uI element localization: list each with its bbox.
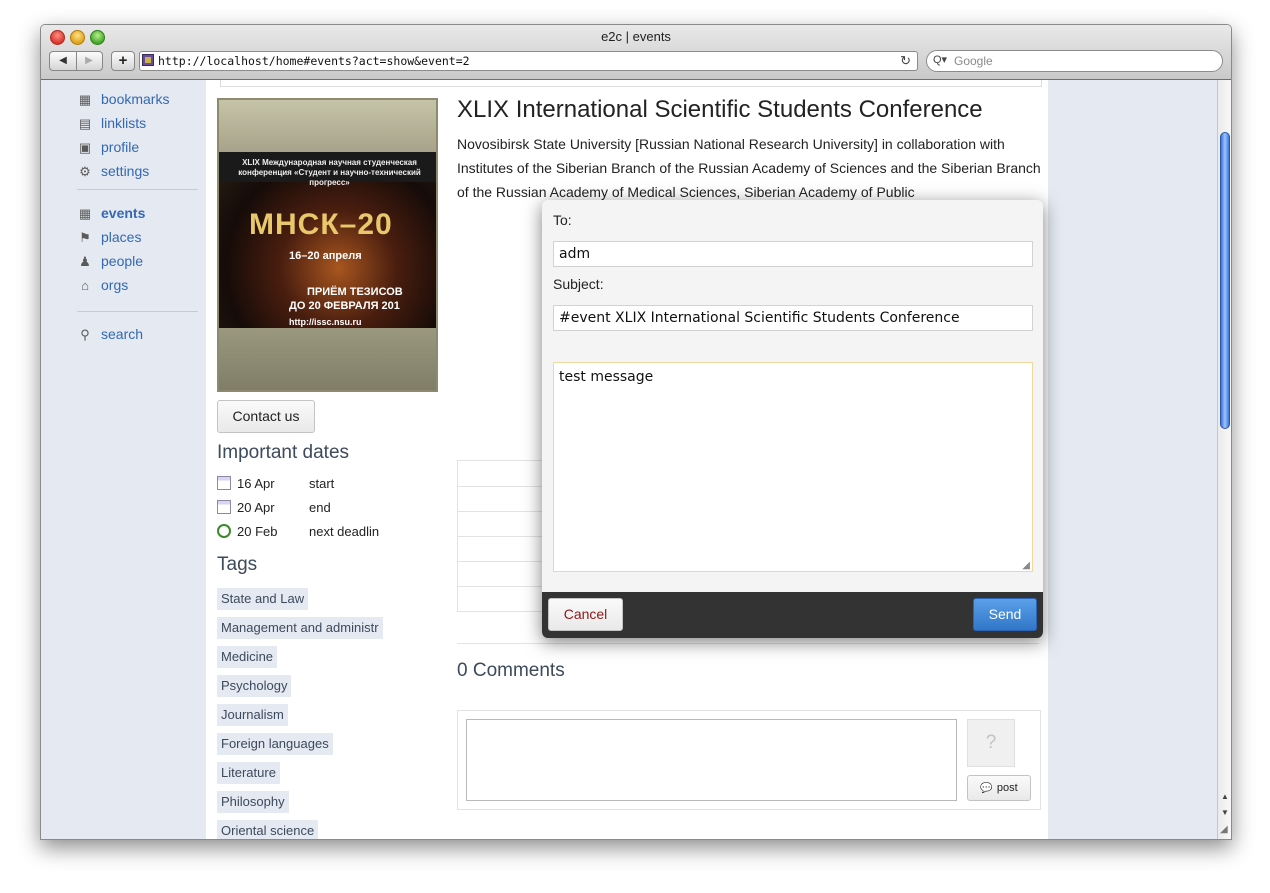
sidebar-item-label: people: [101, 253, 144, 269]
subject-label: Subject:: [553, 276, 604, 292]
reload-icon[interactable]: ↻: [900, 52, 911, 70]
bookmark-icon: ▦: [78, 92, 92, 107]
gear-icon: ⚙: [79, 164, 91, 179]
tag-chip[interactable]: Oriental science: [217, 820, 319, 839]
sidebar-item-label: settings: [101, 163, 150, 179]
date-label: next deadlin: [309, 524, 380, 539]
browser-chrome: e2c | events ◀ ▶ + http://localhost/home…: [41, 25, 1231, 80]
speech-bubble-icon: 💬: [980, 783, 993, 794]
alarm-clock-icon: [217, 524, 231, 538]
sidebar-item-hidden[interactable]: ✉: [77, 80, 101, 86]
id-card-icon: ▣: [78, 140, 92, 155]
sidebar-item-settings[interactable]: ⚙ settings: [77, 163, 149, 183]
top-panel-edge: [220, 80, 1042, 87]
sidebar-item-label: linklists: [101, 115, 147, 131]
url-text[interactable]: http://localhost/home#events?act=show&ev…: [158, 54, 470, 68]
window-resize-icon[interactable]: ◢: [1220, 824, 1228, 835]
sidebar-item-label: events: [101, 205, 146, 221]
message-textarea[interactable]: test message ◢: [553, 362, 1033, 572]
sidebar-item-profile[interactable]: ▣ profile: [77, 139, 139, 159]
date-label: start: [309, 476, 335, 491]
message-text: test message: [559, 369, 654, 385]
person-icon: ♟: [79, 254, 91, 269]
list-icon: ▤: [78, 116, 92, 131]
date-value: 20 Feb: [237, 524, 278, 539]
date-label: end: [309, 500, 331, 515]
calendar-icon: ▦: [78, 206, 92, 221]
building-icon: ⌂: [81, 278, 89, 293]
post-label: post: [996, 782, 1018, 794]
search-icon[interactable]: Q▾: [933, 53, 947, 66]
sidebar-item-label: bookmarks: [101, 91, 170, 107]
to-field[interactable]: adm: [553, 241, 1033, 267]
sidebar-item-label: places: [101, 229, 142, 245]
post-comment-button[interactable]: 💬 post: [967, 775, 1031, 801]
message-dialog: To: adm Subject: #event XLIX Internation…: [542, 200, 1043, 638]
important-dates-heading: Important dates: [217, 442, 350, 463]
forward-button[interactable]: ▶: [76, 52, 102, 70]
tags-heading: Tags: [217, 554, 258, 575]
history-buttons: ◀ ▶: [49, 51, 103, 71]
poster-header: [219, 100, 436, 152]
event-description: Novosibirsk State University [Russian Na…: [457, 136, 1041, 200]
vertical-scrollbar[interactable]: ▲ ▼ ◢: [1217, 80, 1231, 839]
dialog-footer: Cancel Send: [542, 592, 1043, 638]
scroll-up-icon[interactable]: ▲: [1221, 792, 1229, 801]
event-title: XLIX International Scientific Students C…: [457, 96, 983, 123]
scroll-thumb[interactable]: [1220, 132, 1230, 429]
sidebar-item-label: orgs: [101, 277, 129, 293]
tag-chip[interactable]: Foreign languages: [217, 733, 333, 755]
comments-divider: [457, 643, 1039, 644]
to-label: To:: [553, 212, 572, 228]
sidebar-divider: [77, 189, 198, 190]
avatar: ?: [967, 719, 1015, 767]
comments-heading: 0 Comments: [457, 660, 565, 681]
sidebar-item-linklists[interactable]: ▤ linklists: [77, 115, 146, 135]
sidebar-item-search[interactable]: ⚲ search: [77, 326, 143, 346]
tag-chip[interactable]: Management and administr: [217, 617, 383, 639]
contact-us-button[interactable]: Contact us: [217, 400, 315, 433]
search-placeholder[interactable]: Google: [954, 54, 993, 68]
sidebar-item-label: search: [101, 326, 144, 342]
sidebar: ✉ ▦ bookmarks ▤ linklists ▣ profile ⚙ settin…: [41, 80, 206, 839]
resize-grip-icon[interactable]: ◢: [1022, 560, 1030, 571]
comment-textarea[interactable]: [466, 719, 957, 801]
page-viewport: ✉ ▦ bookmarks ▤ linklists ▣ profile ⚙ settin…: [41, 80, 1217, 839]
address-bar[interactable]: http://localhost/home#events?act=show&ev…: [139, 51, 918, 71]
magnifier-icon: ⚲: [80, 327, 90, 342]
sidebar-item-places[interactable]: ⚑ places: [77, 229, 141, 249]
calendar-icon: [217, 500, 231, 514]
scroll-down-icon[interactable]: ▼: [1221, 808, 1229, 817]
send-button[interactable]: Send: [973, 598, 1037, 631]
add-bookmark-button[interactable]: +: [111, 51, 135, 71]
tag-chip[interactable]: Philosophy: [217, 791, 289, 813]
cancel-button[interactable]: Cancel: [548, 598, 623, 631]
search-field[interactable]: Q▾ Google: [926, 50, 1223, 72]
tag-chip[interactable]: Medicine: [217, 646, 278, 668]
tag-chip[interactable]: Journalism: [217, 704, 288, 726]
calendar-icon: [217, 476, 231, 490]
sidebar-item-events[interactable]: ▦ events: [77, 205, 146, 225]
window-title: e2c | events: [601, 29, 671, 44]
browser-window: e2c | events ◀ ▶ + http://localhost/home…: [40, 24, 1232, 840]
back-button[interactable]: ◀: [50, 52, 77, 70]
sidebar-divider: [77, 311, 198, 312]
tag-chip[interactable]: Psychology: [217, 675, 292, 697]
date-value: 16 Apr: [237, 476, 275, 491]
date-value: 20 Apr: [237, 500, 275, 515]
subject-field[interactable]: #event XLIX International Scientific Stu…: [553, 305, 1033, 331]
sidebar-item-label: profile: [101, 139, 140, 155]
mail-icon: ✉: [77, 80, 93, 83]
comment-form: ? 💬 post: [457, 710, 1041, 810]
tag-chip[interactable]: State and Law: [217, 588, 309, 610]
main-content: XLIX Международная научная студенческая …: [206, 80, 1048, 839]
map-icon: ⚑: [79, 230, 91, 245]
sidebar-item-bookmarks[interactable]: ▦ bookmarks: [77, 91, 170, 111]
sidebar-item-people[interactable]: ♟ people: [77, 253, 143, 273]
poster-subtitle: XLIX Международная научная студенческая …: [238, 158, 421, 187]
sidebar-item-orgs[interactable]: ⌂ orgs: [77, 277, 128, 297]
site-favicon-icon: [142, 54, 154, 66]
tag-chip[interactable]: Literature: [217, 762, 280, 784]
